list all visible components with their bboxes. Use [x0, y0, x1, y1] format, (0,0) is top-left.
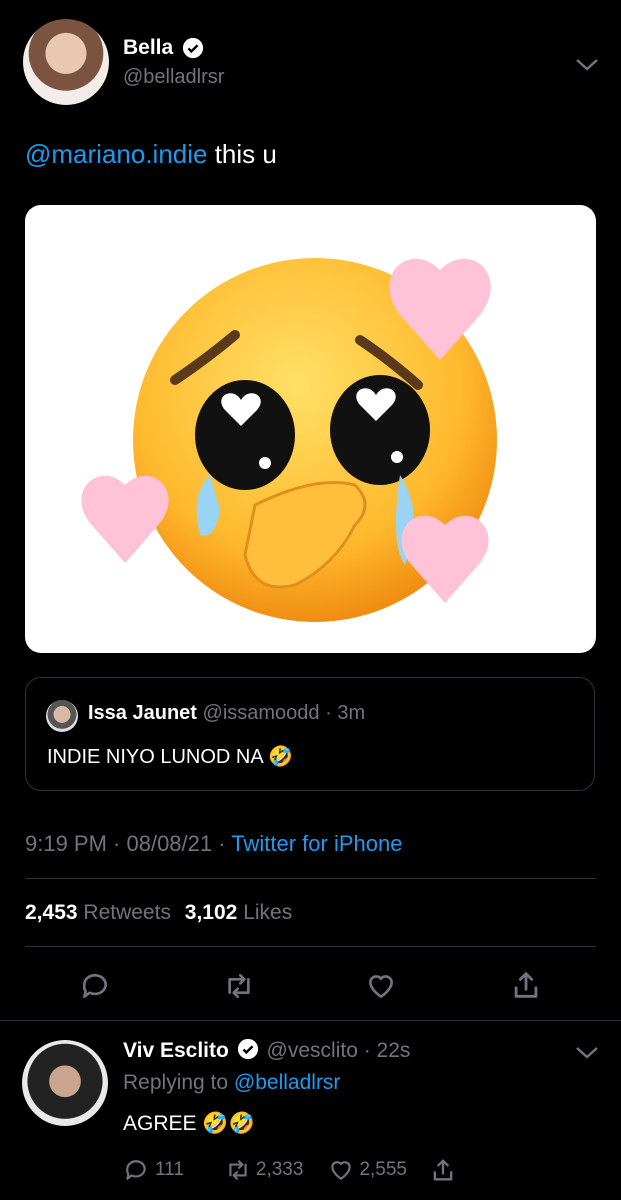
- tweet-text: @mariano.indie this u: [25, 139, 277, 170]
- likes-label: Likes: [243, 901, 293, 924]
- divider: [25, 946, 596, 947]
- quoted-time: · 3m: [325, 702, 366, 724]
- reply-like-count: 2,555: [359, 1159, 407, 1180]
- retweets-stat[interactable]: 2,453 Retweets: [25, 901, 171, 924]
- mention-link[interactable]: @mariano.indie: [25, 139, 207, 169]
- author-name[interactable]: Bella: [123, 36, 173, 59]
- reply-time: · 22s: [363, 1039, 411, 1062]
- pleading-face-illustration: [81, 258, 497, 622]
- reply-like-action[interactable]: 2,555: [327, 1157, 407, 1183]
- reply-share-action[interactable]: [429, 1156, 457, 1184]
- chevron-down-icon[interactable]: [574, 1044, 600, 1060]
- reply-icon[interactable]: [79, 970, 111, 1002]
- reply-header: Viv Esclito @vesclito · 22s: [123, 1039, 410, 1063]
- retweet-icon: [229, 1160, 247, 1180]
- reply-reply-count: 111: [155, 1159, 184, 1180]
- quoted-handle: @issamoodd: [202, 702, 320, 724]
- replying-handle-link[interactable]: @belladlrsr: [234, 1071, 341, 1094]
- author-name-row: Bella: [123, 36, 204, 60]
- verified-icon: [182, 37, 203, 58]
- reply-retweet-count: 2,333: [255, 1159, 304, 1180]
- share-icon[interactable]: [509, 968, 543, 1002]
- share-icon: [433, 1159, 453, 1181]
- divider: [0, 1020, 621, 1021]
- laughing-emoji: 🤣: [268, 746, 294, 768]
- reply-text-row: AGREE 🤣🤣: [123, 1112, 255, 1136]
- likes-stat[interactable]: 3,102 Likes: [185, 901, 292, 924]
- quoted-name: Issa Jaunet: [88, 702, 197, 724]
- heart-icon: [331, 1161, 352, 1180]
- reply-author-handle[interactable]: @vesclito: [267, 1039, 358, 1062]
- reply-reply-action[interactable]: 111: [123, 1157, 184, 1183]
- retweets-count: 2,453: [25, 901, 78, 924]
- divider: [25, 878, 596, 879]
- quoted-avatar: [46, 700, 78, 732]
- tweet-media-image[interactable]: [25, 205, 596, 653]
- quoted-tweet[interactable]: Issa Jaunet @issamoodd · 3m INDIE NIYO L…: [25, 677, 595, 791]
- quoted-text: INDIE NIYO LUNOD NA: [47, 746, 263, 768]
- reply-text: AGREE: [123, 1112, 197, 1135]
- laughing-emoji: 🤣🤣: [202, 1112, 255, 1135]
- replying-to: Replying to @belladlrsr: [123, 1071, 340, 1095]
- author-handle[interactable]: @belladlrsr: [123, 66, 224, 89]
- tweet-body: this u: [207, 139, 277, 169]
- reply-avatar[interactable]: [22, 1040, 108, 1126]
- tweet-source-link[interactable]: Twitter for iPhone: [231, 831, 402, 856]
- author-avatar[interactable]: [23, 19, 109, 105]
- quoted-text-row: INDIE NIYO LUNOD NA 🤣: [47, 744, 293, 769]
- replying-prefix: Replying to: [123, 1071, 234, 1094]
- likes-count: 3,102: [184, 901, 238, 924]
- reply-icon: [126, 1160, 146, 1180]
- tweet-meta: 9:19 PM · 08/08/21 · Twitter for iPhone: [25, 831, 402, 857]
- retweet-icon[interactable]: [222, 970, 256, 1002]
- quoted-header: Issa Jaunet @issamoodd · 3m: [88, 702, 365, 725]
- tweet-timestamp: 9:19 PM · 08/08/21 ·: [25, 831, 232, 856]
- heart-icon[interactable]: [364, 970, 398, 1002]
- tweet-stats: 2,453 Retweets 3,102 Likes: [25, 901, 292, 925]
- reply-retweet-action[interactable]: 2,333: [224, 1157, 304, 1183]
- reply-author-name[interactable]: Viv Esclito: [123, 1039, 229, 1062]
- chevron-down-icon[interactable]: [574, 56, 600, 72]
- verified-icon: [237, 1039, 258, 1060]
- reply-actions: 111 2,333 2,555: [123, 1156, 457, 1184]
- retweets-label: Retweets: [83, 901, 171, 924]
